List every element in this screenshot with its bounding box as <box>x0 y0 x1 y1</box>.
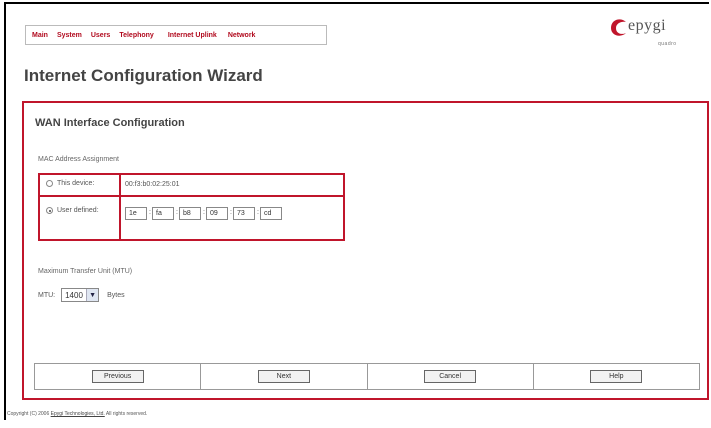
button-cell: Previous <box>35 364 202 389</box>
logo-text: epygi <box>628 17 667 34</box>
mac-octet-3-input[interactable]: b8 <box>179 207 201 220</box>
mac-separator: : <box>230 209 232 216</box>
radio-this-device[interactable] <box>46 180 53 187</box>
cancel-button[interactable]: Cancel <box>424 370 477 383</box>
button-cell: Cancel <box>368 364 534 389</box>
button-cell: Help <box>534 364 699 389</box>
nav-system[interactable]: System <box>57 32 82 39</box>
radio-user-defined[interactable] <box>46 207 53 214</box>
next-button[interactable]: Next <box>257 370 310 383</box>
mac-separator: : <box>149 209 151 216</box>
mac-box-divider-horizontal <box>40 195 343 197</box>
button-cell: Next <box>201 364 368 389</box>
wizard-button-bar: Previous Next Cancel Help <box>34 363 700 390</box>
mac-assignment-label: MAC Address Assignment <box>38 156 119 163</box>
previous-button[interactable]: Previous <box>91 370 144 383</box>
radio-user-defined-row[interactable]: User defined: <box>46 207 99 214</box>
nav-main[interactable]: Main <box>32 32 48 39</box>
radio-this-device-label: This device: <box>57 180 95 187</box>
nav-network[interactable]: Network <box>228 32 256 39</box>
radio-user-defined-label: User defined: <box>57 207 99 214</box>
logo-subtext: quadro <box>658 41 677 47</box>
mtu-unit-label: Bytes <box>107 291 125 299</box>
mac-separator: : <box>257 209 259 216</box>
nav-users[interactable]: Users <box>91 32 110 39</box>
mtu-label: MTU: <box>38 291 56 299</box>
mac-octet-4-input[interactable]: 09 <box>206 207 228 220</box>
company-link[interactable]: Epygi Technologies, Ltd. <box>51 411 105 417</box>
copyright-suffix: All rights reserved. <box>105 411 148 417</box>
page-title: Internet Configuration Wizard <box>24 66 263 85</box>
mtu-row: MTU: 1400 ▼ Bytes <box>38 288 125 302</box>
section-title: WAN Interface Configuration <box>35 117 185 129</box>
mac-octet-6-input[interactable]: cd <box>260 207 282 220</box>
mtu-select[interactable]: 1400 ▼ <box>61 288 100 302</box>
footer-copyright: Copyright (C) 2006 Epygi Technologies, L… <box>7 411 147 417</box>
chevron-down-icon[interactable]: ▼ <box>86 289 99 301</box>
nav-internet-uplink[interactable]: Internet Uplink <box>168 32 217 39</box>
top-navigation: Main System Users Telephony Internet Upl… <box>25 25 327 45</box>
wizard-panel <box>22 101 709 400</box>
mac-separator: : <box>203 209 205 216</box>
mtu-select-value: 1400 <box>65 290 83 300</box>
epygi-logo: epygi quadro <box>608 17 680 53</box>
mtu-section-label: Maximum Transfer Unit (MTU) <box>38 268 133 275</box>
logo-swoosh-icon <box>611 19 626 36</box>
mac-octet-5-input[interactable]: 73 <box>233 207 255 220</box>
mac-box-divider-vertical <box>119 175 121 239</box>
this-device-mac-value: 00:f3:b0:02:25:01 <box>125 181 180 188</box>
copyright-prefix: Copyright (C) 2006 <box>7 411 50 417</box>
mac-octet-1-input[interactable]: 1e <box>125 207 147 220</box>
mac-separator: : <box>176 209 178 216</box>
radio-this-device-row[interactable]: This device: <box>46 180 94 187</box>
mac-octet-2-input[interactable]: fa <box>152 207 174 220</box>
nav-telephony[interactable]: Telephony <box>119 32 153 39</box>
help-button[interactable]: Help <box>590 370 643 383</box>
